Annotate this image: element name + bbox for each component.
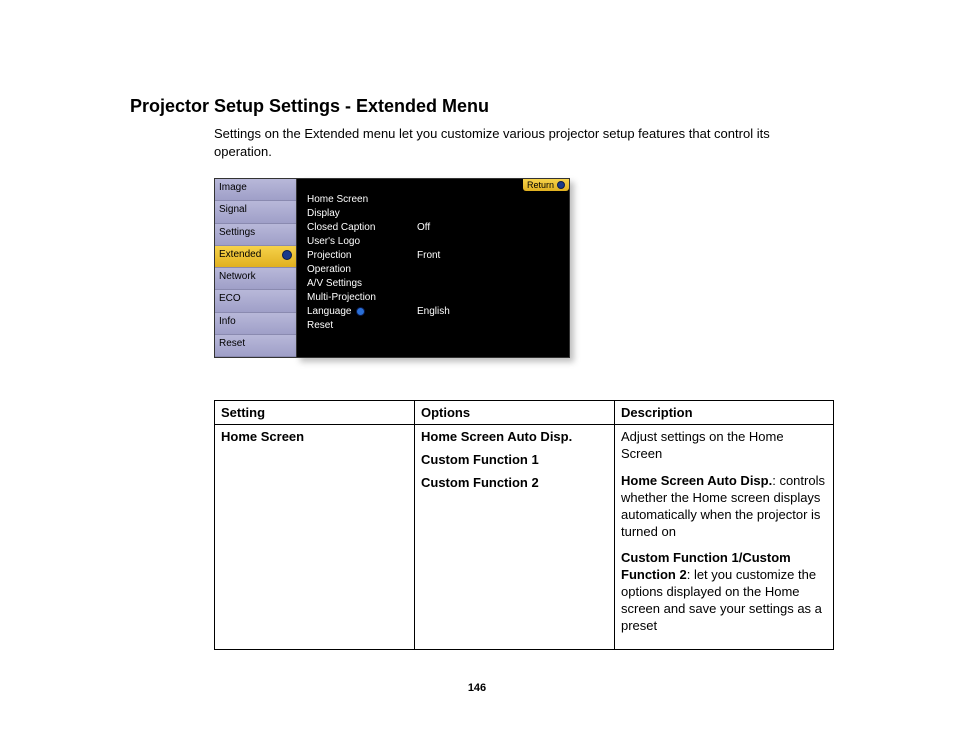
th-setting: Setting <box>215 401 415 425</box>
desc-paragraph: Home Screen Auto Disp.: controls whether… <box>621 473 827 541</box>
osd-row: User's Logo <box>307 235 569 249</box>
cell-options: Home Screen Auto Disp. Custom Function 1… <box>415 425 615 650</box>
option-item: Home Screen Auto Disp. <box>421 429 608 444</box>
osd-side-extended: Extended <box>215 246 296 268</box>
option-item: Custom Function 2 <box>421 475 608 490</box>
th-description: Description <box>615 401 834 425</box>
osd-row-label: User's Logo <box>307 235 417 249</box>
desc-paragraph: Custom Function 1/Custom Function 2: let… <box>621 550 827 634</box>
osd-row-label: Language <box>307 305 417 319</box>
osd-side-label: ECO <box>219 293 241 304</box>
osd-row: Reset <box>307 319 569 333</box>
osd-side-label: Settings <box>219 227 255 238</box>
osd-row-label: A/V Settings <box>307 277 417 291</box>
osd-side-label: Signal <box>219 204 247 215</box>
page-heading: Projector Setup Settings - Extended Menu <box>130 96 824 117</box>
enter-icon <box>282 250 292 260</box>
osd-row: Closed CaptionOff <box>307 221 569 235</box>
osd-body: Home Screen Display Closed CaptionOff Us… <box>297 179 569 333</box>
osd-row-label-text: Language <box>307 306 352 317</box>
osd-side-label: Info <box>219 316 236 327</box>
option-item: Custom Function 1 <box>421 452 608 467</box>
osd-row-label: Reset <box>307 319 417 333</box>
settings-table: Setting Options Description Home Screen … <box>214 400 834 650</box>
osd-return-label: Return <box>527 180 554 190</box>
osd-side-reset: Reset <box>215 335 296 357</box>
osd-return-button: Return <box>523 179 569 191</box>
th-options: Options <box>415 401 615 425</box>
osd-main-panel: Return Home Screen Display Closed Captio… <box>296 178 570 358</box>
osd-row: Operation <box>307 263 569 277</box>
osd-sidebar: Image Signal Settings Extended Network E… <box>214 178 296 358</box>
globe-icon <box>356 307 365 316</box>
osd-row-value: Front <box>417 249 440 263</box>
osd-row-label: Home Screen <box>307 193 417 207</box>
osd-side-signal: Signal <box>215 201 296 223</box>
intro-text: Settings on the Extended menu let you cu… <box>214 125 794 160</box>
osd-row: ProjectionFront <box>307 249 569 263</box>
page-number: 146 <box>0 682 954 694</box>
return-icon <box>557 181 565 189</box>
projector-menu-screenshot: Image Signal Settings Extended Network E… <box>214 178 570 358</box>
desc-bold: Home Screen Auto Disp. <box>621 473 772 488</box>
osd-side-label: Image <box>219 182 247 193</box>
osd-row: Multi-Projection <box>307 291 569 305</box>
cell-setting: Home Screen <box>215 425 415 650</box>
osd-side-network: Network <box>215 268 296 290</box>
osd-side-label: Extended <box>219 249 261 260</box>
osd-row-label: Operation <box>307 263 417 277</box>
osd-row: Display <box>307 207 569 221</box>
osd-side-eco: ECO <box>215 290 296 312</box>
desc-paragraph: Adjust settings on the Home Screen <box>621 429 827 463</box>
osd-row: Home Screen <box>307 193 569 207</box>
osd-side-info: Info <box>215 313 296 335</box>
setting-name: Home Screen <box>221 429 304 444</box>
osd-side-image: Image <box>215 179 296 201</box>
osd-side-label: Reset <box>219 338 245 349</box>
osd-row: A/V Settings <box>307 277 569 291</box>
osd-row-label: Closed Caption <box>307 221 417 235</box>
osd-row-value: English <box>417 305 450 319</box>
osd-row: Language English <box>307 305 569 319</box>
osd-side-label: Network <box>219 271 256 282</box>
osd-row-value: Off <box>417 221 430 235</box>
osd-side-settings: Settings <box>215 224 296 246</box>
osd-row-label: Display <box>307 207 417 221</box>
cell-description: Adjust settings on the Home Screen Home … <box>615 425 834 650</box>
table-row: Home Screen Home Screen Auto Disp. Custo… <box>215 425 834 650</box>
osd-row-label: Projection <box>307 249 417 263</box>
osd-row-label: Multi-Projection <box>307 291 417 305</box>
